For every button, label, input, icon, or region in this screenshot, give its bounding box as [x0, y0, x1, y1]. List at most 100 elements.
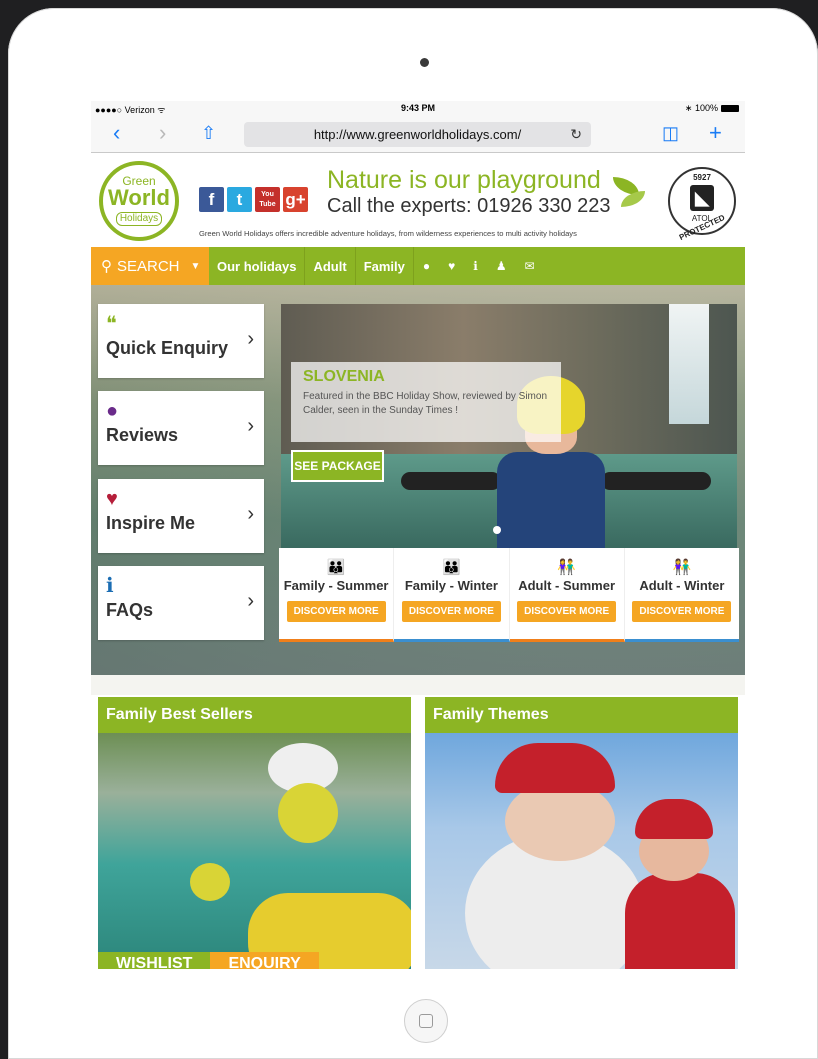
main-nav: ⚲ SEARCH ▼ Our holidays Adult Family ● ♥…	[91, 247, 745, 285]
chat-icon: ❝	[106, 313, 117, 335]
couple-icon: 👫	[672, 559, 692, 576]
family-themes-card[interactable]: Family Themes	[425, 697, 738, 969]
category-label: Family - Winter	[404, 578, 498, 593]
faqs-label: FAQs	[106, 600, 154, 620]
faqs-card[interactable]: ℹ FAQs ›	[98, 566, 264, 640]
search-label: SEARCH	[117, 257, 180, 275]
category-adult-winter[interactable]: 👫 Adult - Winter DISCOVER MORE	[624, 548, 739, 642]
nav-adult[interactable]: Adult	[305, 247, 356, 285]
category-family-winter[interactable]: 👪 Family - Winter DISCOVER MORE	[394, 548, 510, 642]
logo-line3: Holidays	[115, 212, 163, 226]
battery: ∗ 100%	[685, 103, 739, 114]
reviews-label: Reviews	[106, 425, 179, 445]
logo[interactable]: Green World Holidays	[99, 161, 179, 241]
atol-mark: ◣	[690, 185, 714, 211]
header-subtitle: Green World Holidays offers incredible a…	[199, 229, 577, 238]
wishlist-button[interactable]: WISHLIST	[98, 952, 211, 969]
chevron-right-icon: ›	[247, 503, 254, 525]
family-icon: 👪	[442, 559, 461, 576]
youtube-icon[interactable]: You Tube	[255, 187, 280, 212]
speech-icon: ●	[106, 400, 119, 422]
heart-icon: ♥	[106, 488, 118, 510]
atol-badge: 5927 ◣ ATOL PROTECTED	[668, 167, 736, 242]
address-bar[interactable]: http://www.greenworldholidays.com/ ↻	[244, 122, 591, 147]
facebook-icon[interactable]: f	[199, 187, 224, 212]
category-label: Family - Summer	[283, 578, 389, 593]
url-text: http://www.greenworldholidays.com/	[313, 127, 522, 142]
family-icon: 👪	[326, 559, 346, 576]
card-title: Family Best Sellers	[98, 697, 411, 733]
discover-more-button[interactable]: DISCOVER MORE	[286, 601, 386, 622]
promo-title: SLOVENIA	[303, 368, 385, 385]
chevron-right-icon: ›	[247, 590, 254, 612]
wetsuit	[497, 452, 605, 549]
category-label: Adult - Summer	[518, 578, 616, 593]
nav-our-holidays[interactable]: Our holidays	[209, 247, 306, 285]
inspire-me-card[interactable]: ♥ Inspire Me ›	[98, 479, 264, 553]
logo-line2: World	[108, 185, 170, 210]
social-links: f t You Tube g+	[199, 187, 308, 212]
enquiry-button[interactable]: ENQUIRY	[210, 952, 319, 969]
new-tab-icon[interactable]: +	[709, 121, 722, 145]
search-button[interactable]: ⚲ SEARCH ▼	[91, 247, 209, 285]
battery-icon	[721, 105, 739, 113]
rafting-photo	[98, 733, 411, 969]
chevron-down-icon: ▼	[190, 260, 201, 272]
carousel-dot[interactable]	[493, 526, 501, 534]
hero-photo: SLOVENIA Featured in the BBC Holiday Sho…	[281, 304, 737, 549]
santa-face	[505, 781, 615, 861]
share-icon[interactable]: ⇧	[201, 121, 216, 145]
discover-more-button[interactable]: DISCOVER MORE	[517, 601, 617, 622]
screen: ●●●●○ Verizon ᯤ 9:43 PM ∗ 100% ‹ › ⇧ htt…	[91, 101, 745, 969]
couple-icon: 👫	[557, 559, 576, 576]
discover-more-button[interactable]: DISCOVER MORE	[401, 601, 501, 622]
phone: Call the experts: 01926 330 223	[327, 195, 611, 217]
chevron-right-icon: ›	[247, 328, 254, 350]
section-divider	[91, 675, 745, 695]
person-icon[interactable]: ♟	[487, 247, 516, 285]
child-hat	[635, 799, 713, 839]
chevron-right-icon: ›	[247, 415, 254, 437]
card-title: Family Themes	[425, 697, 738, 733]
left-arm	[401, 472, 501, 490]
reviews-card[interactable]: ● Reviews ›	[98, 391, 264, 465]
status-bar: ●●●●○ Verizon ᯤ 9:43 PM ∗ 100%	[91, 101, 745, 115]
reload-icon[interactable]: ↻	[570, 122, 582, 147]
bluetooth-icon: ∗	[684, 103, 693, 113]
category-label: Adult - Winter	[639, 578, 725, 593]
see-package-button[interactable]: SEE PACKAGE	[291, 450, 384, 482]
category-family-summer[interactable]: 👪 Family - Summer DISCOVER MORE	[279, 548, 395, 642]
family-best-sellers-card[interactable]: Family Best Sellers WISHLIST ENQUIRY	[98, 697, 411, 969]
right-arm	[601, 472, 711, 490]
child-helmet	[278, 783, 338, 843]
back-icon[interactable]: ‹	[113, 121, 120, 145]
bookmarks-icon[interactable]: ◫	[662, 121, 679, 145]
forward-icon[interactable]: ›	[159, 121, 166, 145]
browser-toolbar: ‹ › ⇧ http://www.greenworldholidays.com/…	[91, 115, 745, 153]
twitter-icon[interactable]: t	[227, 187, 252, 212]
speech-bubble-icon[interactable]: ●	[414, 247, 439, 285]
santa-photo	[425, 733, 738, 969]
santa-hat	[495, 743, 615, 793]
clock: 9:43 PM	[400, 103, 435, 113]
discover-more-button[interactable]: DISCOVER MORE	[632, 601, 732, 622]
promo-box: SLOVENIA Featured in the BBC Holiday Sho…	[291, 362, 561, 442]
google-plus-icon[interactable]: g+	[283, 187, 308, 212]
nav-family[interactable]: Family	[356, 247, 414, 285]
child-helmet-2	[190, 863, 230, 901]
quick-enquiry-card[interactable]: ❝ Quick Enquiry ›	[98, 304, 264, 378]
camera	[420, 58, 429, 67]
atol-number: 5927	[693, 173, 711, 182]
heart-icon[interactable]: ♥	[439, 247, 464, 285]
info-icon: ℹ	[106, 575, 114, 597]
envelope-icon[interactable]: ✉	[516, 247, 544, 285]
child-coat	[625, 873, 735, 969]
quick-enquiry-label: Quick Enquiry	[106, 338, 229, 358]
leaf-icon-2	[621, 191, 645, 207]
home-button[interactable]	[404, 999, 448, 1043]
category-adult-summer[interactable]: 👫 Adult - Summer DISCOVER MORE	[509, 548, 625, 642]
info-icon[interactable]: ℹ	[464, 247, 487, 285]
search-icon: ⚲	[101, 258, 112, 275]
tagline: Nature is our playground	[327, 166, 601, 194]
site-header: Green World Holidays f t You Tube g+ Nat…	[91, 153, 745, 247]
